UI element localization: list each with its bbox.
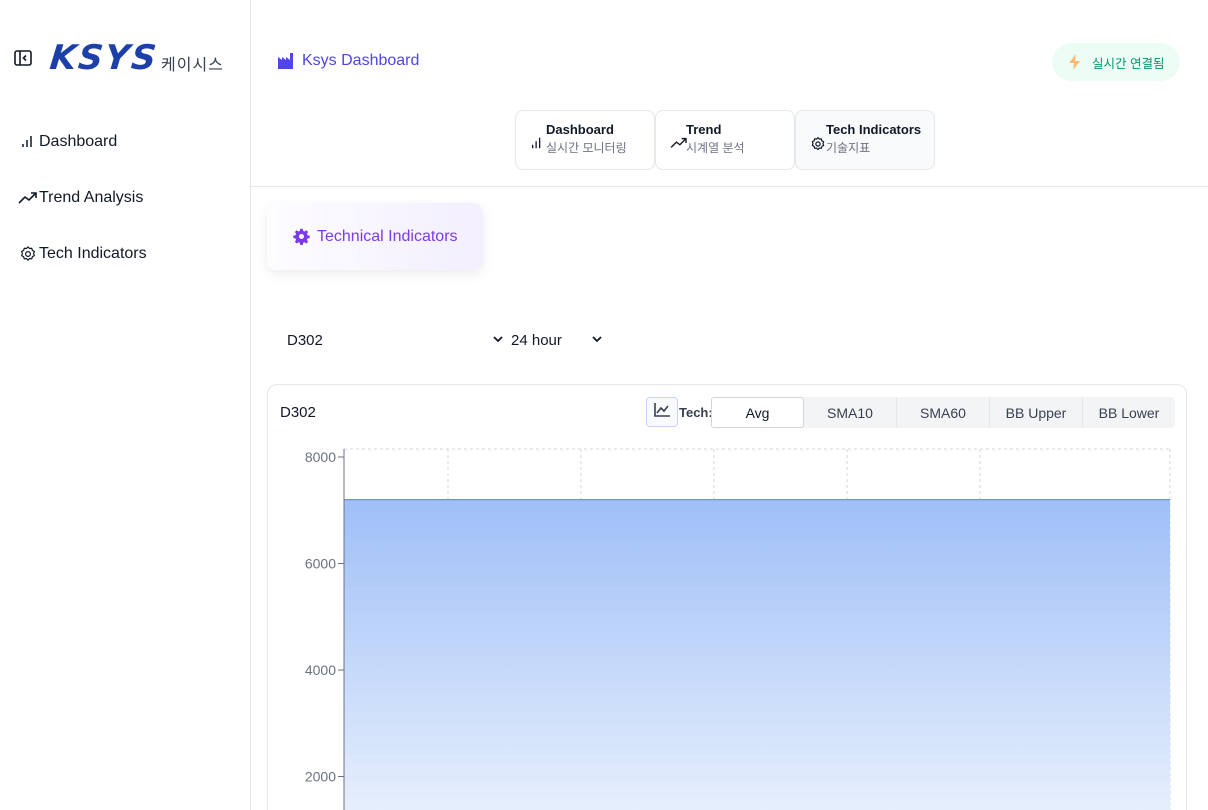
brand-title: Ksys Dashboard <box>302 52 420 69</box>
tab-tech-indicators[interactable]: Tech Indicators 기술지표 <box>795 110 935 170</box>
logo-subtitle: 케이시스 <box>161 55 224 74</box>
trending-up-icon <box>18 188 38 208</box>
section-title: Technical Indicators <box>317 227 458 245</box>
sidebar-item-tech-indicators[interactable]: Tech Indicators <box>18 240 147 268</box>
sensor-select[interactable]: D302 <box>287 329 507 351</box>
tab-title: Dashboard <box>546 122 614 137</box>
tab-trend[interactable]: Trend 시계열 분석 <box>655 110 795 170</box>
bar-chart-icon <box>530 136 546 152</box>
time-range-select[interactable]: 24 hour <box>511 329 606 351</box>
section-header-card: Technical Indicators <box>267 203 483 270</box>
chevron-down-icon <box>591 332 603 349</box>
gear-icon <box>810 136 826 152</box>
lightning-icon <box>1068 54 1082 70</box>
area-fill <box>344 499 1170 810</box>
connection-status-text: 실시간 연결됨 <box>1092 56 1165 71</box>
time-range-select-value: 24 hour <box>511 331 562 349</box>
main-tabs: Dashboard 실시간 모니터링 Trend 시계열 분석 Tech Ind… <box>515 110 935 170</box>
tab-subtitle: 시계열 분석 <box>686 141 745 155</box>
logo-text: KSYS <box>47 38 161 78</box>
sidebar-item-label: Dashboard <box>39 133 118 150</box>
trending-up-icon <box>670 136 687 152</box>
sidebar-item-label: Tech Indicators <box>39 245 147 262</box>
ksys-logo: KSYS <box>47 38 161 78</box>
y-axis-tick-label: 4000 <box>305 662 336 678</box>
sidebar-item-dashboard[interactable]: Dashboard <box>18 128 147 156</box>
sidebar-nav: Dashboard Trend Analysis Tech Indicators <box>18 128 147 296</box>
chart-card: D302 Tech: Avg SMA10 SMA60 BB Upper BB L… <box>267 384 1187 810</box>
header-divider <box>251 186 1208 187</box>
sidebar: KSYS 케이시스 Dashboard Trend Analysis Tech … <box>0 0 251 810</box>
sensor-select-value: D302 <box>287 331 323 349</box>
tab-title: Tech Indicators <box>826 122 922 137</box>
tab-subtitle: 실시간 모니터링 <box>546 141 627 155</box>
y-axis-tick-label: 8000 <box>305 449 336 465</box>
factory-icon <box>277 52 295 70</box>
bar-chart-icon <box>18 132 38 152</box>
brand-link[interactable]: Ksys Dashboard <box>277 52 419 70</box>
tab-title: Trend <box>686 122 722 137</box>
sidebar-item-trend-analysis[interactable]: Trend Analysis <box>18 184 147 212</box>
connection-status-badge: 실시간 연결됨 <box>1052 43 1181 81</box>
sidebar-collapse-icon[interactable] <box>13 48 33 68</box>
sidebar-item-label: Trend Analysis <box>39 189 144 206</box>
y-axis-tick-label: 6000 <box>305 556 336 572</box>
gear-icon <box>18 244 38 264</box>
gear-icon <box>293 228 311 246</box>
tab-subtitle: 기술지표 <box>826 141 871 155</box>
chevron-down-icon <box>492 332 504 349</box>
tab-dashboard[interactable]: Dashboard 실시간 모니터링 <box>515 110 655 170</box>
y-axis-tick-label: 2000 <box>305 769 336 785</box>
area-chart: 2000 4000 6000 8000 <box>305 448 1171 810</box>
